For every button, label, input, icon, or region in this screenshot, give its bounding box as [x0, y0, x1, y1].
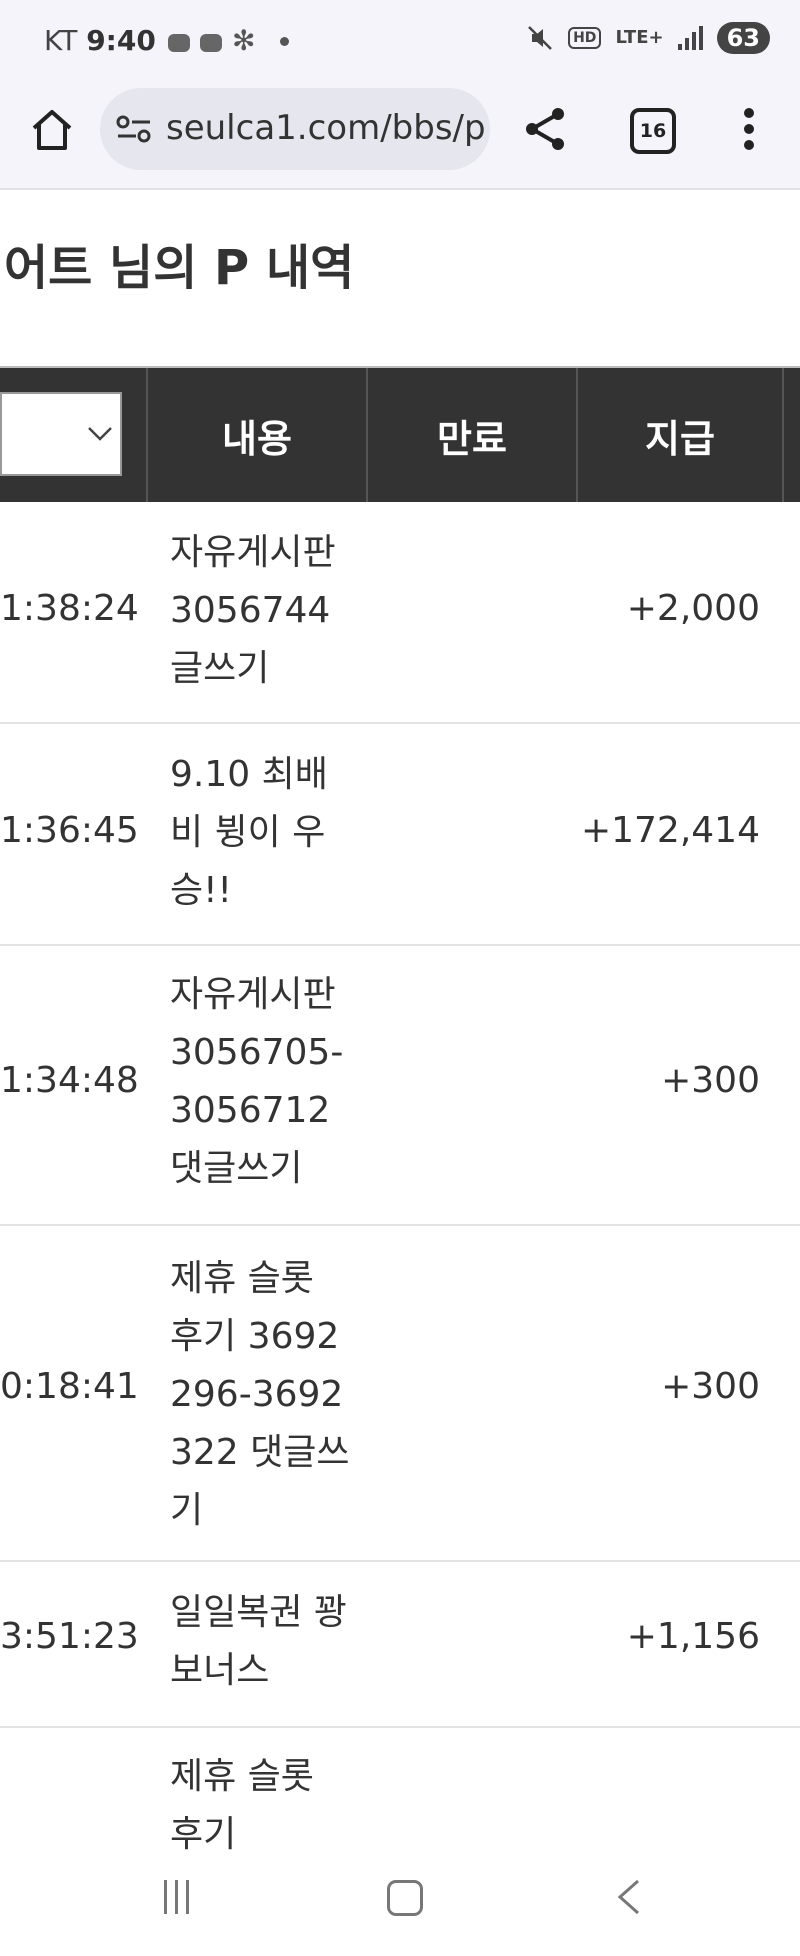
row-time: 1:34:48 — [0, 1060, 139, 1101]
row-time: 0:18:41 — [0, 1366, 139, 1407]
notification-dot-icon — [280, 37, 289, 46]
site-info-icon[interactable] — [116, 114, 152, 144]
row-content: 일일복권 꽝 보너스 — [170, 1592, 348, 1691]
header-payment: 지급 — [645, 416, 715, 461]
recent-apps-icon[interactable] — [164, 1880, 198, 1914]
table-row: 0:18:41 제휴 슬롯 후기 3692296-3692322 댓글쓰기 +3… — [0, 1226, 800, 1562]
signal-icon — [677, 26, 703, 50]
carrier-label: KT — [44, 24, 78, 57]
row-amount: +300 — [661, 1060, 760, 1101]
row-content: 제휴 슬롯 후기 3692296-3692322 댓글쓰기 — [170, 1258, 350, 1531]
chevron-down-icon — [88, 427, 112, 441]
address-bar[interactable]: seulca1.com/bbs/p — [100, 88, 490, 170]
more-vert-icon[interactable] — [742, 106, 756, 152]
row-time: 3:51:23 — [0, 1616, 139, 1657]
home-icon[interactable] — [28, 106, 76, 154]
table-row: 3:51:23 일일복권 꽝 보너스 +1,156 — [0, 1562, 800, 1728]
buds-icon — [168, 34, 190, 52]
row-content: 제휴 슬롯 후기 — [170, 1756, 314, 1855]
row-amount: +300 — [661, 1366, 760, 1407]
status-bar: KT 9:40 ✻ HD LTE+ 63 — [0, 0, 800, 86]
network-type: LTE+ — [615, 27, 664, 48]
table-row: 제휴 슬롯 후기 — [0, 1728, 800, 1866]
row-time: 1:38:24 — [0, 588, 139, 629]
table-row: 1:36:45 9.10 최배비 뷩이 우승!! +172,414 — [0, 724, 800, 946]
row-amount: +1,156 — [626, 1616, 760, 1657]
browser-toolbar: seulca1.com/bbs/p 16 — [0, 86, 800, 190]
table-header: 내용 만료 지급 — [0, 366, 800, 502]
column-divider — [782, 368, 784, 502]
row-content: 9.10 최배비 뷩이 우승!! — [170, 754, 328, 911]
status-icons: HD LTE+ 63 — [526, 22, 770, 54]
header-content: 내용 — [222, 416, 292, 461]
share-icon[interactable] — [520, 104, 570, 154]
back-icon[interactable] — [614, 1878, 644, 1916]
tab-switcher-button[interactable]: 16 — [630, 108, 676, 154]
row-content: 자유게시판 3056705-3056712 댓글쓰기 — [170, 974, 344, 1189]
page-title: 어트 님의 P 내역 — [4, 240, 355, 296]
home-nav-icon[interactable] — [387, 1880, 423, 1916]
row-time: 1:36:45 — [0, 810, 139, 851]
table-row: 1:38:24 자유게시판 3056744 글쓰기 +2,000 — [0, 500, 800, 724]
mute-icon — [528, 26, 552, 50]
carrier-time: KT 9:40 — [44, 24, 156, 57]
header-expiry: 만료 — [437, 416, 507, 461]
system-nav-bar — [0, 1866, 800, 1956]
url-text: seulca1.com/bbs/p — [166, 108, 486, 148]
battery-level: 63 — [716, 22, 770, 54]
row-content: 자유게시판 3056744 글쓰기 — [170, 532, 336, 689]
row-amount: +2,000 — [626, 588, 760, 629]
clock: 9:40 — [86, 24, 156, 57]
buds-icon — [200, 34, 222, 52]
table-row: 1:34:48 자유게시판 3056705-3056712 댓글쓰기 +300 — [0, 946, 800, 1226]
row-amount: +172,414 — [580, 810, 760, 851]
hd-voice-icon: HD — [568, 27, 602, 49]
snowflake-icon: ✻ — [232, 24, 256, 57]
period-select[interactable] — [0, 392, 122, 476]
